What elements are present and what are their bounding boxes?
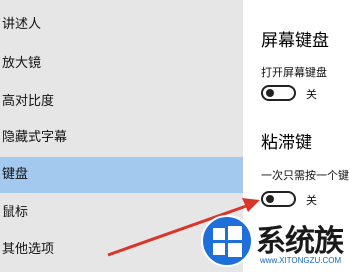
- sidebar-item-high-contrast[interactable]: 高对比度: [0, 84, 243, 120]
- toggle-knob: [266, 195, 274, 203]
- sidebar-item-narrator[interactable]: 讲述人: [0, 7, 243, 43]
- sticky-keys-state: 关: [306, 194, 317, 207]
- watermark-url: www.XITONGZU.COM: [260, 256, 342, 265]
- sidebar-item-closed-captions[interactable]: 隐藏式字幕: [0, 120, 243, 156]
- onscreen-keyboard-state: 关: [306, 88, 317, 101]
- sidebar-item-keyboard[interactable]: 键盘: [0, 157, 243, 193]
- sticky-keys-label: 一次只需按一个键: [261, 169, 349, 182]
- site-watermark: 系统族 www.XITONGZU.COM: [200, 212, 350, 272]
- onscreen-keyboard-toggle[interactable]: [261, 85, 296, 101]
- windows-logo-icon: [201, 215, 253, 267]
- onscreen-keyboard-label: 打开屏幕键盘: [261, 66, 327, 79]
- onscreen-keyboard-title: 屏幕键盘: [261, 31, 329, 51]
- watermark-text: 系统族: [256, 224, 344, 259]
- sticky-keys-toggle[interactable]: [261, 191, 296, 207]
- toggle-knob: [266, 89, 274, 97]
- sidebar-item-magnifier[interactable]: 放大镜: [0, 46, 243, 82]
- sticky-keys-title: 粘滞键: [261, 133, 312, 153]
